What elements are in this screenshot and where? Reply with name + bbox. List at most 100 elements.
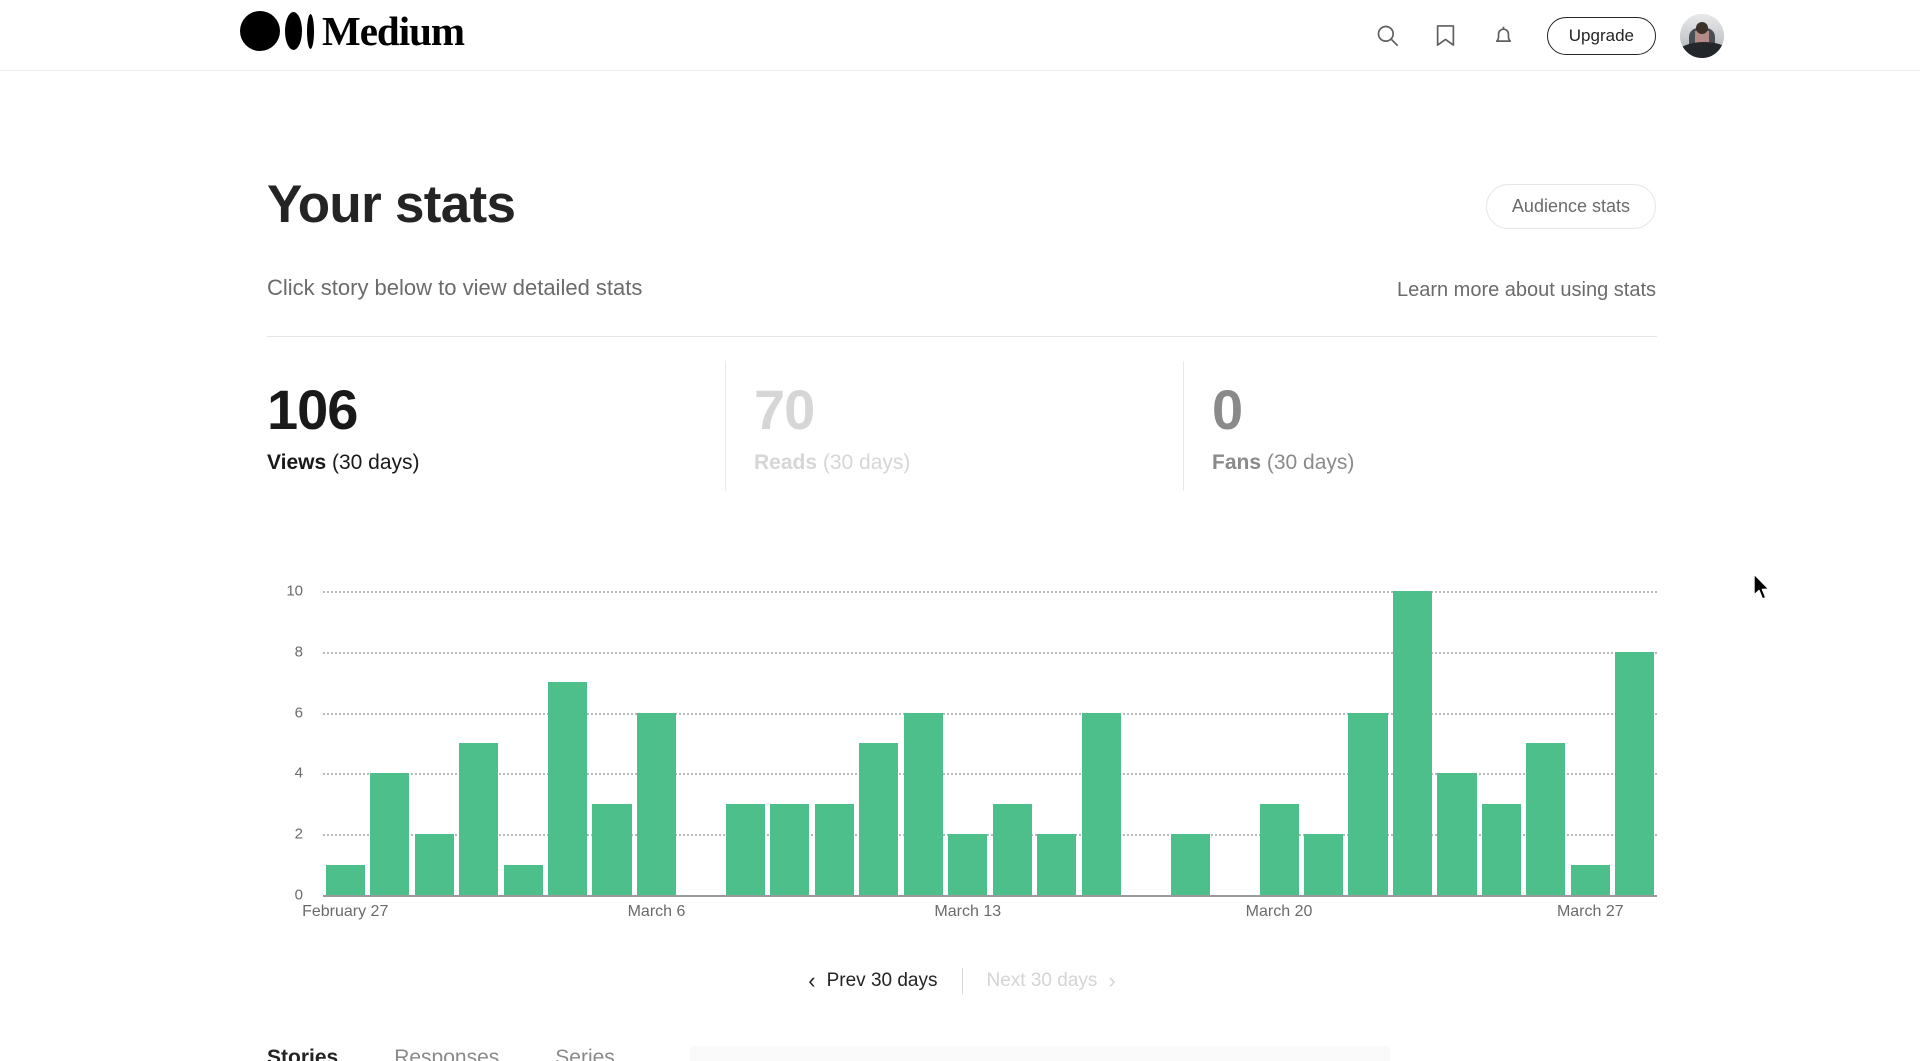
header-divider <box>267 336 1657 337</box>
bookmark-icon[interactable] <box>1417 8 1475 64</box>
chart-bar-slot[interactable] <box>812 591 856 895</box>
bottom-tab-series[interactable]: Series <box>555 1046 615 1061</box>
chart-bar-slot[interactable] <box>545 591 589 895</box>
chart-bar <box>1081 712 1121 895</box>
stat-label-fans: Fans (30 days) <box>1212 451 1355 474</box>
chart-bar-slot[interactable] <box>1212 591 1256 895</box>
y-tick-2: 2 <box>294 825 303 843</box>
medium-logo[interactable]: Medium <box>240 8 465 54</box>
learn-more-link[interactable]: Learn more about using stats <box>1397 279 1656 302</box>
stat-value-views: 106 <box>267 378 358 441</box>
chart-bar-slot[interactable] <box>367 591 411 895</box>
stat-tile-reads[interactable]: 70 Reads (30 days) <box>725 361 1183 491</box>
chart-bar-slot[interactable] <box>1524 591 1568 895</box>
logo-thin-ellipse-icon <box>307 13 314 49</box>
x-tick-label: February 27 <box>302 903 389 920</box>
chart-bar-slot[interactable] <box>1346 591 1390 895</box>
avatar[interactable] <box>1680 13 1724 58</box>
prev-30-days-button[interactable]: ‹ Prev 30 days <box>798 966 947 996</box>
chart-bar-slot[interactable] <box>1568 591 1612 895</box>
chart-bar-slot[interactable] <box>723 591 767 895</box>
x-tick-label: March 20 <box>1245 903 1313 920</box>
chart-bar-slot[interactable] <box>1301 591 1345 895</box>
x-tick-label: March 13 <box>934 903 1002 920</box>
chart-bar-slot[interactable] <box>1035 591 1079 895</box>
y-tick-8: 8 <box>294 643 303 661</box>
chart-pager: ‹ Prev 30 days Next 30 days › <box>267 966 1657 996</box>
chart-bar <box>814 803 854 895</box>
chart-bar <box>1481 803 1521 895</box>
chart-bar <box>592 803 632 895</box>
chart-bar-slot[interactable] <box>946 591 990 895</box>
chart-x-axis-line <box>323 895 1657 897</box>
next-30-days-label: Next 30 days <box>986 970 1098 991</box>
stat-label-reads: Reads (30 days) <box>754 451 911 474</box>
chart-bar <box>1303 834 1344 895</box>
search-icon[interactable] <box>1359 8 1417 64</box>
chart-bar <box>725 803 766 895</box>
chart-bar <box>859 743 899 895</box>
bottom-content-card <box>690 1046 1390 1061</box>
y-tick-6: 6 <box>294 704 303 722</box>
chart-bar-slot[interactable] <box>501 591 545 895</box>
chart-plot-area <box>323 591 1657 897</box>
chart-bar-slot[interactable] <box>1123 591 1167 895</box>
chart-bar <box>370 773 410 895</box>
chart-bar <box>1348 712 1388 895</box>
audience-stats-button[interactable]: Audience stats <box>1485 184 1656 229</box>
chart-bar-slot[interactable] <box>412 591 456 895</box>
page-subtitle: Click story below to view detailed stats <box>267 275 643 300</box>
next-30-days-button: Next 30 days › <box>977 966 1126 996</box>
stat-tile-views[interactable]: 106 Views (30 days) <box>267 361 725 491</box>
y-tick-10: 10 <box>286 582 303 600</box>
chart-bar <box>1570 864 1610 895</box>
stat-tile-fans[interactable]: 0 Fans (30 days) <box>1183 361 1657 491</box>
chart-bar-slot[interactable] <box>1613 591 1657 895</box>
chart-bar-slot[interactable] <box>679 591 723 895</box>
chart-bar <box>770 803 810 895</box>
stat-label-views: Views (30 days) <box>267 451 420 474</box>
pager-separator <box>961 968 963 994</box>
chart-bar-slot[interactable] <box>634 591 678 895</box>
chart-bar <box>548 682 588 895</box>
chart-bar <box>1437 773 1477 895</box>
y-tick-4: 4 <box>294 764 303 782</box>
chart-x-axis: February 27 March 6 March 13 March 20 March … <box>302 903 1657 933</box>
chart-bar-slot[interactable] <box>456 591 500 895</box>
chart-bar-slot[interactable] <box>323 591 367 895</box>
chart-bar <box>1037 834 1077 895</box>
logo-wordmark: Medium <box>322 8 465 54</box>
chart-bar-slot[interactable] <box>1257 591 1301 895</box>
chart-bar <box>1259 803 1299 895</box>
chart-bar-slot[interactable] <box>901 591 945 895</box>
avatar-foreground <box>1680 41 1724 58</box>
avatar-head <box>1696 22 1708 35</box>
chart-bar-slot[interactable] <box>1479 591 1523 895</box>
bottom-tab-bar: Stories Responses Series <box>267 1046 615 1061</box>
chart-bar <box>903 712 943 895</box>
bottom-tab-stories[interactable]: Stories <box>267 1046 338 1061</box>
chart-bar-slot[interactable] <box>1168 591 1212 895</box>
stats-summary-row: 106 Views (30 days) 70 Reads (30 days) 0 Fans… <box>267 361 1657 491</box>
chart-bar <box>1170 834 1210 895</box>
upgrade-button[interactable]: Upgrade <box>1546 16 1656 55</box>
chart-bar-slot[interactable] <box>990 591 1034 895</box>
chart-bar-slot[interactable] <box>768 591 812 895</box>
mouse-cursor <box>1752 573 1774 603</box>
chevron-right-icon: › <box>1108 968 1116 993</box>
chart-bar-slot[interactable] <box>590 591 634 895</box>
chart-bar <box>503 864 543 895</box>
chart-bar-slot[interactable] <box>1435 591 1479 895</box>
logo-circle-icon <box>240 11 280 51</box>
bottom-tab-responses[interactable]: Responses <box>394 1046 499 1061</box>
stat-value-reads: 70 <box>754 378 815 441</box>
prev-30-days-label: Prev 30 days <box>826 970 938 991</box>
stat-value-fans: 0 <box>1212 378 1243 441</box>
medium-logo-marks <box>240 11 314 51</box>
bell-icon[interactable] <box>1475 8 1533 64</box>
chart-bar <box>1615 651 1655 895</box>
chart-bar-slot[interactable] <box>1079 591 1123 895</box>
chart-bar-slot[interactable] <box>1390 591 1434 895</box>
chart-bar-slot[interactable] <box>857 591 901 895</box>
chart-bar <box>414 834 454 895</box>
